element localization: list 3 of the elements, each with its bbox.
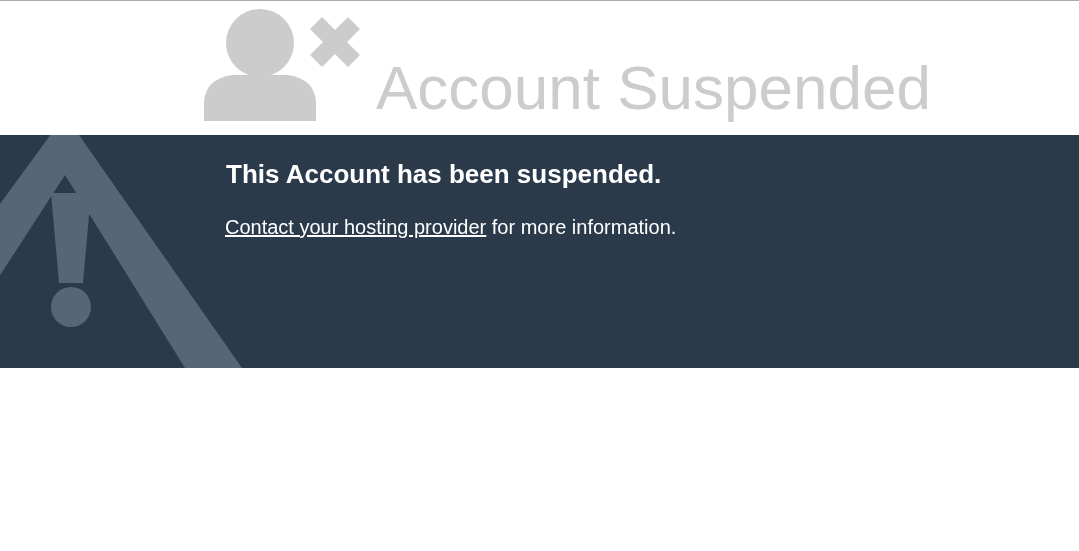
contact-link[interactable]: Contact your hosting provider (225, 216, 487, 238)
notice-heading: This Account has been suspended. (226, 159, 663, 190)
notice-text: Contact your hosting provider for more information. (225, 216, 678, 239)
